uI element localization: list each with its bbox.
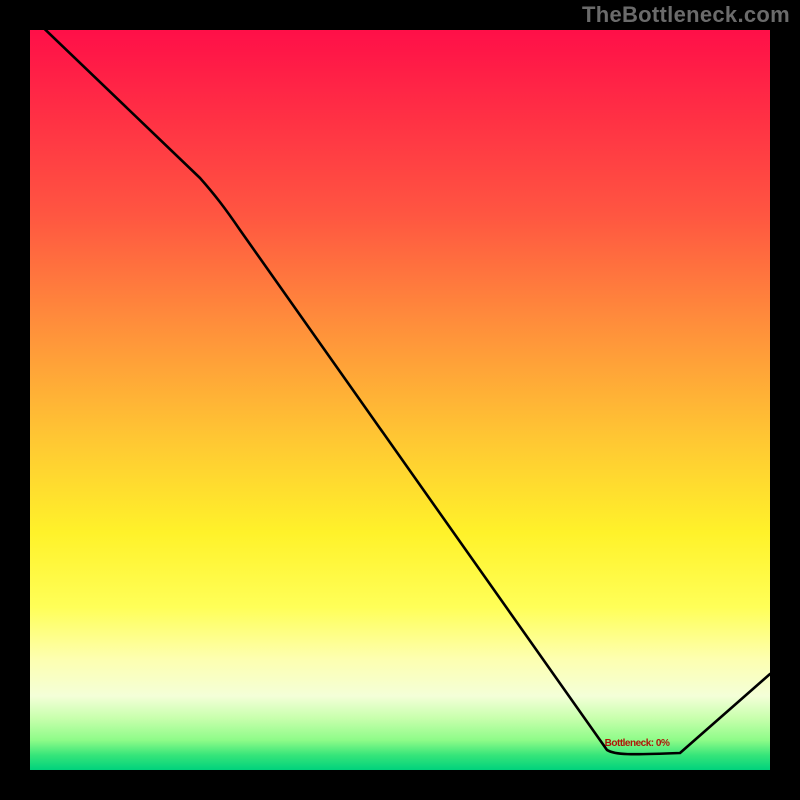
- optimal-point-label: Bottleneck: 0%: [605, 738, 670, 749]
- chart-frame: TheBottleneck.com Bottleneck: 0%: [0, 0, 800, 800]
- plot-area: Bottleneck: 0%: [30, 30, 770, 770]
- bottleneck-curve: [30, 30, 770, 754]
- curve-layer: [30, 30, 770, 770]
- watermark-text: TheBottleneck.com: [582, 2, 790, 28]
